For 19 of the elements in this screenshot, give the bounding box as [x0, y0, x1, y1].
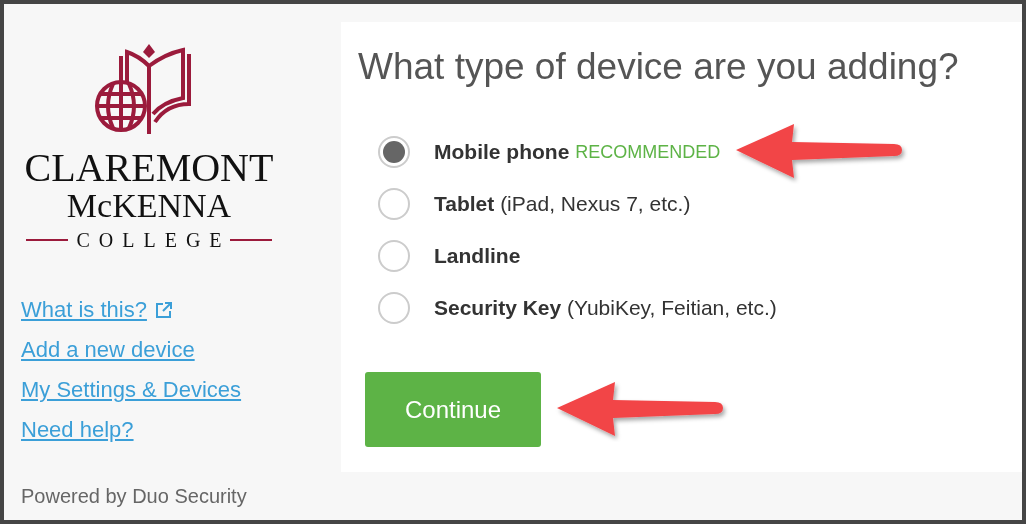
- sidebar-link[interactable]: What is this?: [21, 296, 173, 324]
- recommended-tag: RECOMMENDED: [575, 141, 721, 163]
- logo-wordmark: McKENNA: [66, 188, 232, 224]
- radio-button[interactable]: [378, 188, 410, 220]
- option-label: Mobile phone: [434, 140, 570, 164]
- radio-button[interactable]: [378, 292, 410, 324]
- continue-button[interactable]: Continue: [365, 372, 541, 447]
- option-label: Tablet (iPad, Nexus 7, etc.): [434, 192, 691, 216]
- sidebar-link[interactable]: Add a new device: [21, 336, 195, 364]
- logo-subtitle: COLLEGE: [76, 228, 231, 252]
- sidebar-link[interactable]: Need help?: [21, 416, 134, 444]
- powered-by-text: Powered by Duo Security: [21, 485, 248, 508]
- option-label: Security Key (YubiKey, Feitian, etc.): [434, 296, 777, 320]
- logo-wordmark: CLAREMONT: [24, 148, 274, 188]
- option-label: Landline: [434, 244, 521, 268]
- sidebar-link[interactable]: My Settings & Devices: [21, 376, 242, 404]
- page-title: What type of device are you adding?: [358, 45, 960, 89]
- radio-button[interactable]: [378, 240, 410, 272]
- radio-button[interactable]: [378, 136, 410, 168]
